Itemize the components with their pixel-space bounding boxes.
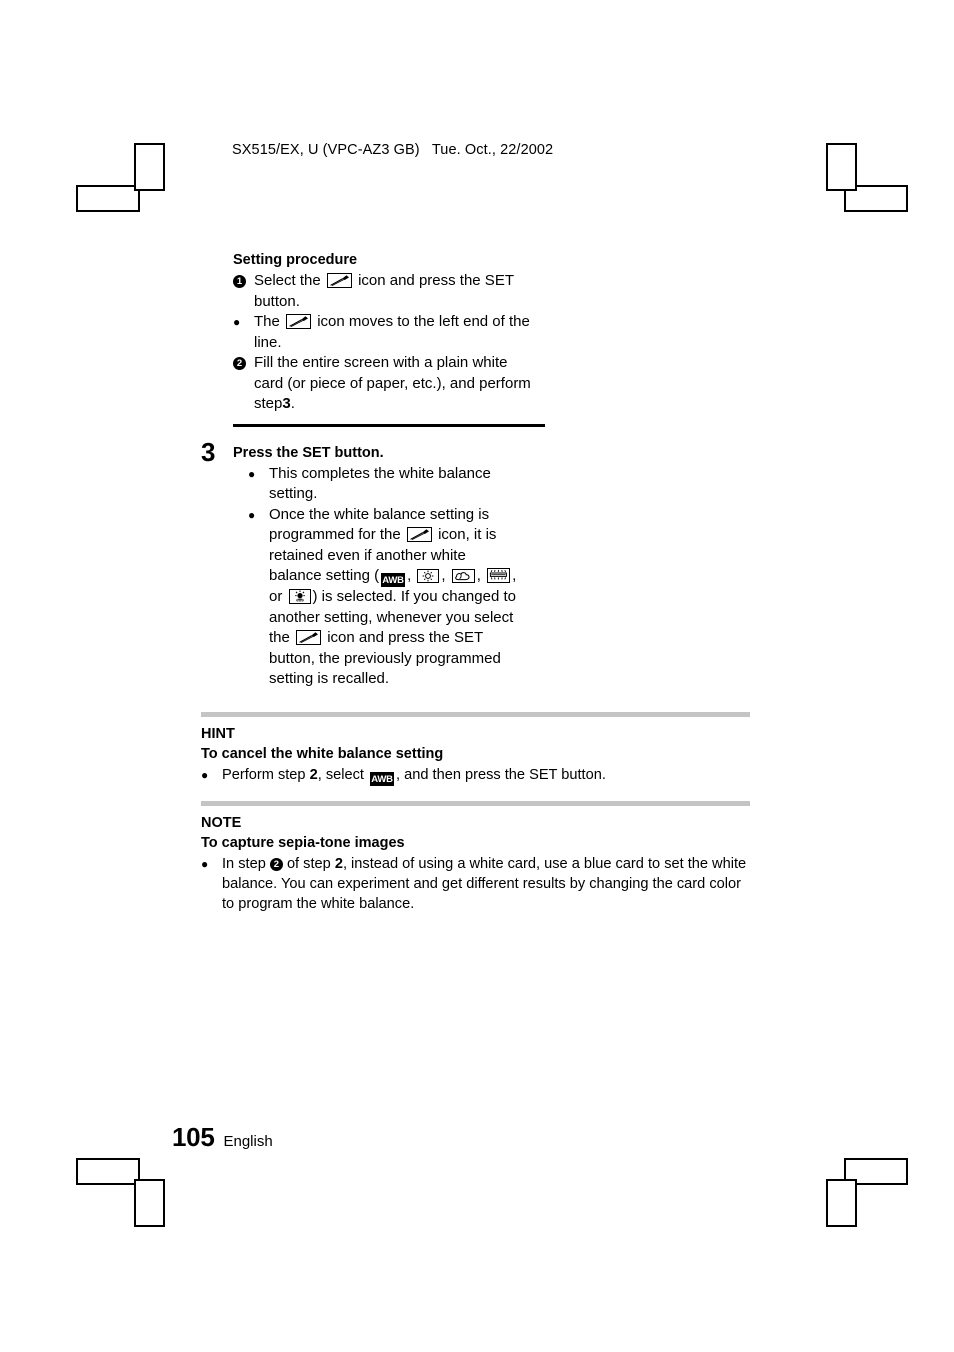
note-inline-step-marker: 2 [269, 857, 283, 871]
incandescent-icon [288, 589, 311, 604]
setting-procedure-heading: Setting procedure [233, 252, 358, 268]
crop-mark-bar-vertical [134, 1179, 165, 1227]
bullet-icon: ● [201, 856, 209, 871]
bullet-icon: ● [201, 767, 209, 782]
note-text-before: In step [222, 855, 266, 872]
crop-mark-top-left [76, 143, 170, 212]
procedure-item-2-text-after: . [290, 395, 295, 412]
bullet-icon: ● [248, 466, 256, 481]
eyedropper-icon [326, 273, 352, 288]
step-3-number: 3 [201, 436, 216, 467]
crop-mark-bar-horizontal [76, 1158, 140, 1185]
bullet-icon: ● [233, 315, 241, 329]
eyedropper-icon [296, 630, 322, 645]
running-header: SX515/EX, U (VPC-AZ3 GB) Tue. Oct., 22/2… [232, 142, 554, 158]
note-top-rule [201, 800, 750, 806]
fluorescent-icon [487, 568, 511, 583]
setting-procedure-block: Setting procedure 1 Select the icon and … [233, 252, 545, 427]
page-footer: 105 English [172, 1122, 273, 1153]
procedure-item-1-text-before: Select the [254, 272, 321, 289]
icon-separator: , [476, 567, 481, 584]
hint-label: HINT [201, 725, 235, 742]
bullet-icon: ● [248, 507, 256, 522]
page-language: English [223, 1133, 273, 1150]
procedure-item-2: 2 Fill the entire screen with a plain wh… [233, 353, 533, 415]
note-bullet: ● In step 2 of step 2, instead of using … [201, 854, 753, 914]
hint-step-ref: 2 [309, 766, 318, 783]
hint-text-mid: , select [317, 766, 364, 783]
procedure-item-2-step-ref: 3 [282, 395, 291, 412]
procedure-marker-2: 2 [233, 353, 251, 374]
note-label: NOTE [201, 814, 242, 831]
hint-bullet: ● Perform step 2, select AWB, and then p… [201, 765, 753, 786]
step-3-bullet-2: ● Once the white balance setting is prog… [248, 505, 518, 690]
page-content: Setting procedure 1 Select the icon and … [201, 252, 753, 914]
crop-mark-bottom-left [76, 1158, 170, 1227]
crop-mark-top-right [806, 143, 908, 212]
hint-subheading: To cancel the white balance setting [201, 745, 444, 762]
procedure-divider-rule [233, 423, 545, 427]
awb-icon: AWB [370, 771, 395, 786]
crop-mark-bar-vertical [134, 143, 165, 191]
hint-text-before: Perform step [222, 766, 306, 783]
eyedropper-icon [286, 314, 312, 329]
hint-top-rule [201, 711, 750, 717]
hint-text-after: , and then press the SET button. [396, 766, 606, 783]
step-3-title: Press the SET button. [233, 444, 384, 461]
procedure-marker-1: 1 [233, 271, 251, 292]
step-3-body: ● This completes the white balance setti… [233, 464, 518, 690]
icon-separator: , [407, 567, 412, 584]
daylight-sun-icon [417, 569, 440, 583]
hint-section: HINT To cancel the white balance setting… [201, 726, 753, 786]
step-3-block: 3 Press the SET button. ● This completes… [201, 439, 753, 690]
crop-mark-bar-vertical [826, 143, 857, 191]
note-section: NOTE To capture sepia-tone images ● In s… [201, 815, 753, 914]
awb-icon: AWB [381, 573, 406, 587]
procedure-item-note: ● The icon moves to the left end of the … [233, 312, 533, 353]
crop-mark-bar-vertical [826, 1179, 857, 1227]
note-step-ref: 2 [334, 855, 343, 872]
icon-separator: , [441, 567, 446, 584]
document-page: SX515/EX, U (VPC-AZ3 GB) Tue. Oct., 22/2… [0, 0, 954, 1352]
cloudy-icon [451, 569, 475, 583]
eyedropper-icon [406, 527, 432, 542]
procedure-item-1: 1 Select the icon and press the SET butt… [233, 271, 533, 312]
step-3-bullet-1: ● This completes the white balance setti… [248, 464, 518, 505]
note-text-mid: of step [286, 855, 331, 872]
procedure-item-note-text-before: The [254, 313, 280, 330]
step-3-bullet-1-text: This completes the white balance setting… [269, 464, 491, 503]
crop-mark-bottom-right [806, 1158, 908, 1227]
note-subheading: To capture sepia-tone images [201, 834, 405, 851]
procedure-item-2-text-before: Fill the entire screen with a plain whit… [254, 354, 531, 412]
page-number: 105 [172, 1122, 215, 1152]
crop-mark-bar-horizontal [76, 185, 140, 212]
